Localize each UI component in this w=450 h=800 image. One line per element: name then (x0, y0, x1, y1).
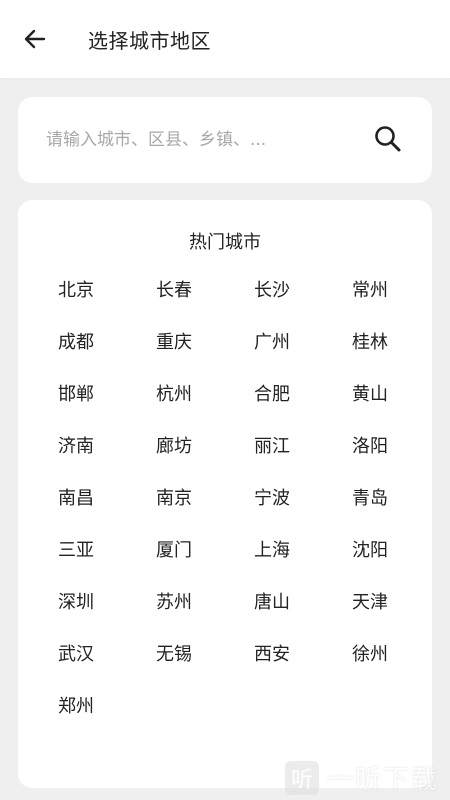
city-item[interactable]: 北京 (58, 278, 156, 330)
arrow-left-icon (24, 29, 46, 49)
city-item[interactable]: 广州 (254, 330, 352, 382)
city-item[interactable]: 成都 (58, 330, 156, 382)
city-item[interactable]: 武汉 (58, 642, 156, 694)
hot-cities-panel: 热门城市 北京 长春 长沙 常州 成都 重庆 广州 桂林 邯郸 杭州 合肥 黄山 济南 廊坊 丽江 洛阳 南昌南… (18, 200, 432, 788)
city-item[interactable]: 唐山 (254, 590, 352, 642)
city-item[interactable]: 常州 (352, 278, 450, 330)
city-item[interactable]: 南京 (156, 486, 254, 538)
city-item[interactable]: 宁波 (254, 486, 352, 538)
city-item[interactable]: 廊坊 (156, 434, 254, 486)
city-item[interactable]: 西安 (254, 642, 352, 694)
city-item[interactable]: 厦门 (156, 538, 254, 590)
search-button[interactable] (372, 123, 404, 155)
city-item[interactable]: 杭州 (156, 382, 254, 434)
city-item[interactable]: 沈阳 (352, 538, 450, 590)
back-button[interactable] (20, 24, 50, 54)
city-item[interactable]: 黄山 (352, 382, 450, 434)
city-item[interactable]: 徐州 (352, 642, 450, 694)
city-item[interactable]: 桂林 (352, 330, 450, 382)
search-icon (375, 126, 401, 152)
city-item[interactable]: 青岛 (352, 486, 450, 538)
watermark: 听 一听下载 (285, 755, 450, 800)
city-item[interactable]: 郑州 (58, 694, 156, 746)
city-item[interactable]: 洛阳 (352, 434, 450, 486)
city-grid: 北京 长春 长沙 常州成都 重庆 广州 桂林邯郸 杭州 合肥 黄山济南 廊坊 丽江 洛阳南昌 南京 宁波 青岛… (58, 278, 450, 746)
search-input[interactable] (44, 129, 358, 151)
city-item[interactable]: 天津 (352, 590, 450, 642)
app-header: 选择城市地区 (0, 0, 450, 78)
city-item[interactable]: 南昌 (58, 486, 156, 538)
city-item[interactable]: 深圳 (58, 590, 156, 642)
city-item[interactable]: 济南 (58, 434, 156, 486)
city-item[interactable]: 三亚 (58, 538, 156, 590)
city-item[interactable]: 重庆 (156, 330, 254, 382)
search-bar (18, 97, 432, 183)
city-item[interactable]: 无锡 (156, 642, 254, 694)
hot-cities-title: 热门城市 (189, 232, 261, 253)
city-item[interactable]: 邯郸 (58, 382, 156, 434)
city-item[interactable]: 苏州 (156, 590, 254, 642)
city-item[interactable]: 合肥 (254, 382, 352, 434)
watermark-logo: 听 (285, 760, 319, 795)
city-item[interactable]: 长春 (156, 278, 254, 330)
watermark-text: 一听下载 (327, 765, 440, 795)
page-title: 选择城市地区 (88, 28, 211, 53)
city-item[interactable]: 丽江 (254, 434, 352, 486)
city-item[interactable]: 上海 (254, 538, 352, 590)
city-item[interactable]: 长沙 (254, 278, 352, 330)
